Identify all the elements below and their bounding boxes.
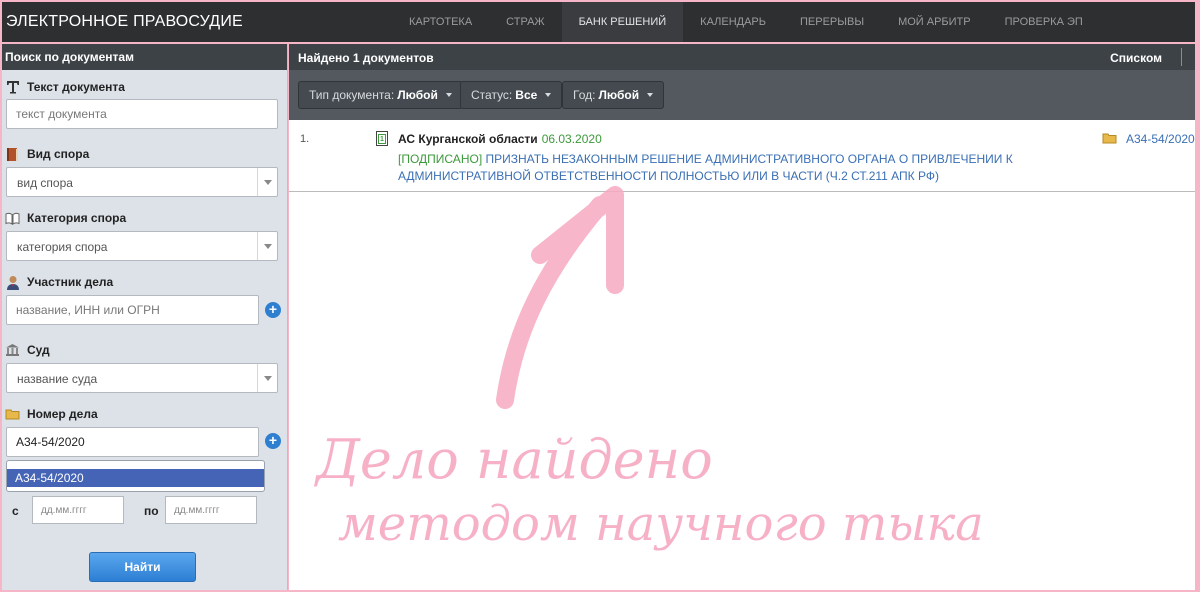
date-to-input[interactable] [165,496,257,524]
nav-item-proverka-ep[interactable]: ПРОВЕРКА ЭП [988,2,1100,42]
filter-bar: Тип документа: Любой Статус: Все Год: Любой [289,70,1195,120]
nav-item-pereryvy[interactable]: ПЕРЕРЫВЫ [783,2,881,42]
case-number-suggestions: А34-54/2020 [6,460,265,492]
user-icon [5,275,20,290]
top-navigation-bar: ЭЛЕКТРОННОЕ ПРАВОСУДИЕ КАРТОТЕКА СТРАЖ Б… [2,2,1195,42]
participant-label: Участник дела [5,274,113,290]
main-nav: КАРТОТЕКА СТРАЖ БАНК РЕШЕНИЙ КАЛЕНДАРЬ П… [392,2,1100,42]
results-panel: Найдено 1 документов Списком Тип докумен… [289,44,1195,590]
document-icon[interactable]: 1 [376,131,388,146]
result-court: АС Курганской области 06.03.2020 [398,132,602,146]
book-icon [5,147,20,162]
dispute-category-label: Категория спора [5,210,126,226]
sidebar-header: Поиск по документам [2,44,287,70]
filter-year[interactable]: Год: Любой [562,81,665,109]
dispute-category-select[interactable]: категория спора [6,231,278,261]
result-date: 06.03.2020 [541,132,602,146]
add-case-number-button[interactable]: + [265,433,281,449]
chevron-down-icon[interactable] [257,364,277,392]
signed-status: [ПОДПИСАНО] [398,152,483,166]
folder-icon [5,407,20,422]
participant-input[interactable] [6,295,259,325]
page: { "app": { "title": "ЭЛЕКТРОННОЕ ПРАВОСУ… [0,0,1200,592]
nav-item-bank-resheniy[interactable]: БАНК РЕШЕНИЙ [561,2,684,42]
nav-item-kalendar[interactable]: КАЛЕНДАРЬ [683,2,783,42]
chevron-down-icon [647,93,654,97]
doc-text-label: Текст документа [5,79,125,95]
doc-text-input[interactable] [6,99,278,129]
chevron-down-icon[interactable] [257,168,277,196]
header-divider [1181,48,1182,66]
plus-icon: + [268,432,278,448]
open-book-icon [5,211,20,226]
folder-icon [1102,133,1117,144]
chevron-down-icon [545,93,552,97]
result-title-line-2[interactable]: АДМИНИСТРАТИВНОЙ ОТВЕТСТВЕННОСТИ ПОЛНОСТ… [398,169,1098,183]
suggestion-item[interactable]: А34-54/2020 [7,469,264,487]
case-number-link[interactable]: А34-54/2020 [1126,132,1195,146]
case-number-input[interactable] [6,427,259,457]
nav-item-moy-arbitr[interactable]: МОЙ АРБИТР [881,2,988,42]
dispute-type-select[interactable]: вид спора [6,167,278,197]
nav-item-strazh[interactable]: СТРАЖ [489,2,561,42]
add-participant-button[interactable]: + [265,302,281,318]
date-from-input[interactable] [32,496,124,524]
result-row: 1. 1 АС Курганской области 06.03.2020 [ПО… [289,124,1195,192]
plus-icon: + [268,301,278,317]
result-number: 1. [300,133,310,145]
case-number-label: Номер дела [5,406,98,422]
date-to-label: по [144,504,159,518]
date-from-label: с [12,504,19,518]
court-select[interactable]: название суда [6,363,278,393]
results-header: Найдено 1 документов Списком [289,44,1195,70]
found-count: Найдено 1 документов [298,51,434,65]
result-title-line-1[interactable]: [ПОДПИСАНО] ПРИЗНАТЬ НЕЗАКОННЫМ РЕШЕНИЕ … [398,152,1098,166]
chevron-down-icon [445,93,452,97]
app-title[interactable]: ЭЛЕКТРОННОЕ ПРАВОСУДИЕ [6,13,243,31]
chevron-down-icon[interactable] [257,232,277,260]
text-t-icon [5,80,20,95]
court-label: Суд [5,342,50,358]
dispute-type-label: Вид спора [5,146,89,162]
nav-item-kartoteka[interactable]: КАРТОТЕКА [392,2,489,42]
filter-doc-type[interactable]: Тип документа: Любой [298,81,463,109]
filter-status[interactable]: Статус: Все [460,81,563,109]
search-sidebar: Поиск по документам Текст документа Вид … [2,44,288,590]
view-mode-list[interactable]: Списком [1110,51,1162,65]
court-building-icon [5,343,20,358]
find-button[interactable]: Найти [89,552,196,582]
